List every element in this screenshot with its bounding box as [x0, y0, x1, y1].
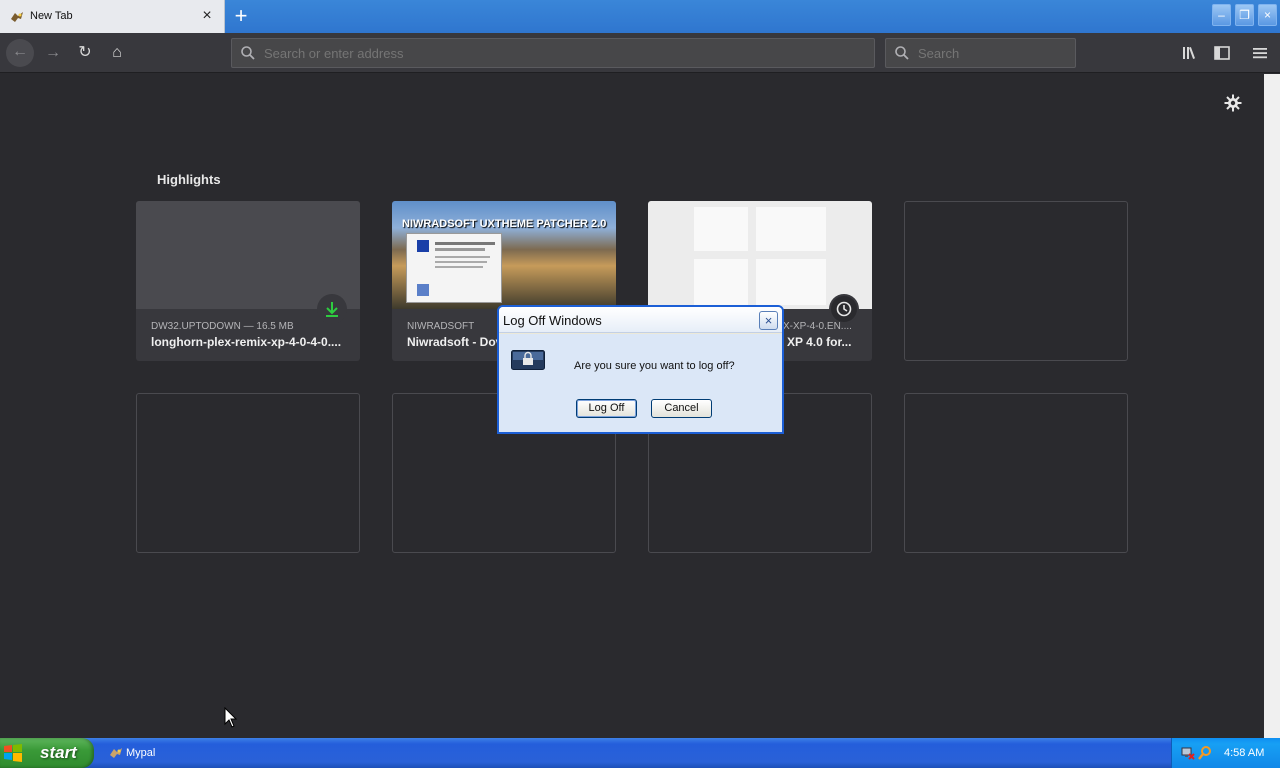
mypal-icon	[110, 748, 122, 758]
windows-flag-icon	[4, 744, 22, 762]
card-title: longhorn-plex-remix-xp-4-0-4-0....	[151, 335, 342, 349]
dialog-close-button[interactable]: ×	[759, 311, 778, 330]
dialog-title-bar[interactable]: Log Off Windows ×	[499, 307, 782, 333]
network-icon[interactable]	[1180, 745, 1196, 761]
start-label: start	[40, 743, 77, 762]
search-tray-icon[interactable]	[1197, 745, 1213, 761]
search-icon	[895, 46, 909, 60]
window-minimize-button[interactable]: –	[1212, 4, 1231, 26]
card-meta: DW32.UPTODOWN — 16.5 MB	[151, 321, 294, 332]
thumbnail-window	[406, 233, 502, 303]
card-thumbnail: NIWRADSOFT UXTHEME PATCHER 2.0	[392, 201, 616, 309]
download-icon	[326, 302, 338, 317]
system-tray: 4:58 AM	[1171, 738, 1280, 768]
card-meta: X-XP-4-0.EN....	[783, 321, 852, 332]
window-maximize-button[interactable]: ❐	[1235, 4, 1254, 26]
gear-icon[interactable]	[1224, 94, 1242, 112]
taskbar-item-label: Mypal	[126, 747, 156, 759]
highlight-card[interactable]: DW32.UPTODOWN — 16.5 MB longhorn-plex-re…	[136, 201, 360, 361]
empty-card	[136, 393, 360, 553]
log-off-button[interactable]: Log Off	[576, 399, 637, 418]
library-icon[interactable]	[1180, 43, 1200, 63]
card-thumbnail	[136, 201, 360, 309]
thumbnail-banner: NIWRADSOFT UXTHEME PATCHER 2.0	[402, 218, 607, 230]
card-title: XP 4.0 for...	[787, 335, 852, 349]
reload-button[interactable]: ↻	[72, 40, 98, 66]
taskbar-item-mypal[interactable]: Mypal	[104, 742, 264, 764]
download-badge	[317, 294, 347, 324]
tab-new-tab[interactable]: New Tab ×	[0, 0, 225, 33]
card-meta: NIWRADSOFT	[407, 321, 475, 332]
log-off-dialog: Log Off Windows × Are you sure you want …	[497, 305, 784, 434]
windows-logo-icon	[694, 207, 826, 305]
forward-button[interactable]: →	[40, 40, 66, 66]
search-input[interactable]	[918, 43, 1068, 63]
history-badge	[829, 294, 859, 324]
search-bar[interactable]	[885, 38, 1076, 68]
sidebar-icon[interactable]	[1212, 43, 1232, 63]
highlights-heading: Highlights	[157, 172, 221, 187]
dialog-message: Are you sure you want to log off?	[574, 360, 735, 372]
back-button[interactable]: ←	[6, 39, 34, 67]
start-button[interactable]: start	[0, 738, 94, 768]
navigation-toolbar: ← → ↻ ⌂	[0, 33, 1280, 73]
mouse-cursor-icon	[224, 707, 238, 728]
dialog-title: Log Off Windows	[503, 313, 602, 328]
clock: 4:58 AM	[1224, 747, 1265, 759]
address-input[interactable]	[264, 43, 864, 63]
empty-card	[904, 201, 1128, 361]
dialog-body: Are you sure you want to log off? Log Of…	[499, 334, 782, 432]
taskbar: start Mypal 4:58 AM	[0, 738, 1280, 768]
hamburger-menu-icon[interactable]	[1250, 43, 1270, 63]
window-close-button[interactable]: ×	[1258, 4, 1277, 26]
address-bar[interactable]	[231, 38, 875, 68]
card-thumbnail	[648, 201, 872, 309]
title-bar: New Tab × + – ❐ ×	[0, 0, 1280, 33]
empty-card	[904, 393, 1128, 553]
lock-icon	[511, 350, 545, 370]
tab-close-icon[interactable]: ×	[198, 7, 216, 25]
page-scrollbar[interactable]	[1264, 74, 1280, 738]
clock-icon	[831, 296, 857, 322]
search-icon	[241, 46, 255, 60]
cancel-button[interactable]: Cancel	[651, 399, 712, 418]
tab-title: New Tab	[30, 10, 73, 22]
home-button[interactable]: ⌂	[104, 40, 130, 66]
new-tab-button[interactable]: +	[230, 5, 252, 28]
mypal-favicon-icon	[11, 12, 23, 22]
